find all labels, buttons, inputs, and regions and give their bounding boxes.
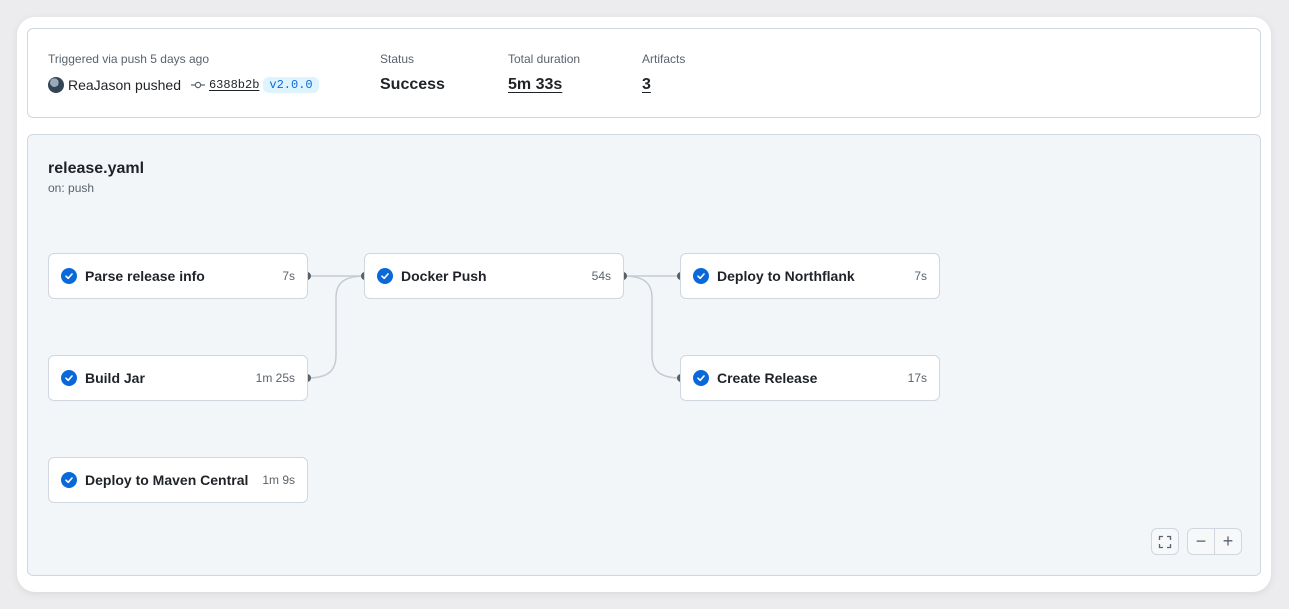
workflow-run-panel: Triggered via push 5 days ago ReaJason p… — [17, 17, 1271, 592]
job-name: Deploy to Maven Central — [85, 472, 249, 488]
job-deploy-maven-central[interactable]: Deploy to Maven Central 1m 9s — [48, 457, 308, 503]
job-name: Create Release — [717, 370, 818, 386]
job-duration: 1m 9s — [262, 473, 295, 487]
job-duration: 54s — [591, 269, 611, 283]
push-action: pushed — [135, 77, 181, 93]
check-circle-icon — [693, 268, 709, 284]
workflow-trigger: on: push — [48, 181, 95, 195]
job-parse-release-info[interactable]: Parse release info 7s — [48, 253, 308, 299]
job-duration: 7s — [282, 269, 295, 283]
job-create-release[interactable]: Create Release 17s — [680, 355, 940, 401]
zoom-in-button[interactable]: + — [1214, 529, 1241, 554]
check-circle-icon — [377, 268, 393, 284]
job-name: Parse release info — [85, 268, 205, 284]
check-circle-icon — [61, 472, 77, 488]
job-duration: 17s — [907, 371, 927, 385]
job-docker-push[interactable]: Docker Push 54s — [364, 253, 624, 299]
workflow-file-name[interactable]: release.yaml — [48, 159, 144, 179]
artifacts-label: Artifacts — [642, 52, 686, 66]
job-deploy-northflank[interactable]: Deploy to Northflank 7s — [680, 253, 940, 299]
job-name: Build Jar — [85, 370, 145, 386]
actor-name[interactable]: ReaJason — [68, 77, 131, 93]
artifacts-block: Artifacts 3 — [642, 51, 685, 95]
edge-docker-to-release — [622, 275, 682, 379]
run-summary: Triggered via push 5 days ago ReaJason p… — [27, 28, 1261, 118]
artifacts-link[interactable]: 3 — [642, 75, 685, 95]
check-circle-icon — [693, 370, 709, 386]
status-value: Success — [380, 76, 445, 93]
status-block: Status Success — [380, 51, 445, 95]
trigger-text: Triggered via push 5 days ago — [48, 52, 209, 66]
job-duration: 7s — [914, 269, 927, 283]
job-duration: 1m 25s — [255, 371, 295, 385]
avatar[interactable] — [48, 77, 64, 93]
job-name: Deploy to Northflank — [717, 268, 855, 284]
job-name: Docker Push — [401, 268, 487, 284]
duration-block: Total duration 5m 33s — [508, 51, 580, 95]
zoom-out-button[interactable]: − — [1188, 529, 1214, 554]
duration-label: Total duration — [508, 52, 581, 66]
commit-sha-link[interactable]: 6388b2b — [209, 78, 259, 92]
zoom-controls: − + — [1187, 528, 1242, 555]
workflow-graph: release.yaml on: push Parse release info… — [27, 134, 1261, 576]
edge-build-to-docker — [306, 275, 366, 379]
status-label: Status — [380, 52, 415, 66]
tag-badge[interactable]: v2.0.0 — [263, 77, 319, 93]
check-circle-icon — [61, 268, 77, 284]
fullscreen-button[interactable] — [1151, 528, 1179, 555]
git-commit-icon — [190, 81, 205, 89]
trigger-info: Triggered via push 5 days ago ReaJason p… — [48, 51, 319, 95]
duration-link[interactable]: 5m 33s — [508, 75, 580, 95]
plus-icon: + — [1222, 531, 1234, 551]
check-circle-icon — [61, 370, 77, 386]
job-build-jar[interactable]: Build Jar 1m 25s — [48, 355, 308, 401]
dash-icon: − — [1195, 531, 1207, 551]
screen-full-icon — [1158, 535, 1172, 548]
